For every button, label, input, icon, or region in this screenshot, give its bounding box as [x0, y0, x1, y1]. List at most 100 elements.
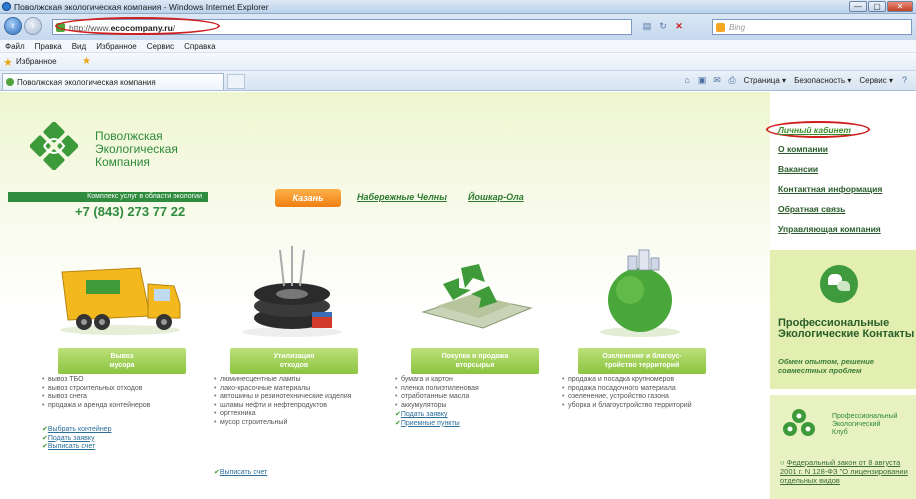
club-promo: Профессиональный Экологический Клуб ○ Фе…: [770, 392, 916, 499]
refresh-icon[interactable]: ↻: [656, 19, 670, 33]
favorites-bar: ★ Избранное ★: [0, 53, 916, 71]
service-actions: Подать заявку Приемные пункты: [395, 411, 555, 428]
collection-points-link[interactable]: Приемные пункты: [395, 420, 555, 429]
list-item: продажа посадочного материала: [562, 385, 722, 394]
personal-account-link[interactable]: Личный кабинет: [778, 125, 851, 135]
page-menu[interactable]: Страница ▾: [744, 76, 787, 85]
menu-edit[interactable]: Правка: [30, 40, 67, 52]
club-title[interactable]: Профессиональный Экологический Клуб: [832, 413, 898, 437]
tools-menu[interactable]: Сервис ▾: [859, 76, 893, 85]
search-input[interactable]: Bing: [712, 19, 912, 35]
company-logo-icon: [30, 122, 78, 170]
nav-contacts-link[interactable]: Контактная информация: [778, 184, 882, 194]
close-button[interactable]: ✕: [887, 1, 913, 12]
maximize-button[interactable]: ▢: [868, 1, 886, 12]
list-item: продажа и посадка крупномеров: [562, 376, 722, 385]
list-item: шламы нефти и нефтепродуктов: [214, 402, 374, 411]
navigation-bar: ‹ › http://www.ecocompany.ru/ ▤ ↻ ✕ Bing: [0, 14, 916, 40]
submit-request-link[interactable]: Подать заявку: [42, 435, 202, 444]
back-button[interactable]: ‹: [4, 17, 22, 35]
mail-icon[interactable]: ✉: [712, 75, 723, 86]
service-actions: Выписать счет: [214, 469, 374, 478]
list-item: отработанные масла: [395, 393, 555, 402]
print-icon[interactable]: ⎙: [727, 75, 738, 86]
list-item: вывоз снега: [42, 393, 202, 402]
window-title: Поволжская экологическая компания - Wind…: [14, 2, 269, 12]
club-law-link[interactable]: Федеральный закон от 8 августа 2001 г. N…: [780, 458, 908, 485]
nav-vacancies-link[interactable]: Вакансии: [778, 164, 818, 174]
list-item: продажа и аренда контейнеров: [42, 402, 202, 411]
url-highlight-oval: [55, 17, 220, 35]
contacts-subtitle: Обмен опытом, решение совместных проблем: [778, 357, 875, 375]
service-list: бумага и картон пленка полиэтиленовая от…: [395, 376, 555, 410]
list-item: автошины и резинотехнические изделия: [214, 393, 374, 402]
contacts-promo[interactable]: Профессиональные Экологические Контакты …: [770, 247, 916, 389]
service-list: вывоз ТБО вывоз строительных отходов выв…: [42, 376, 202, 410]
favorites-star-icon[interactable]: ★: [3, 56, 13, 69]
service-list: продажа и посадка крупномеров продажа по…: [562, 376, 722, 410]
list-item: люминесцентные лампы: [214, 376, 374, 385]
list-item: уборка и благоустройство территорий: [562, 402, 722, 411]
stop-icon[interactable]: ✕: [672, 19, 686, 33]
help-icon[interactable]: ?: [899, 75, 910, 86]
add-favorite-icon[interactable]: ★: [82, 56, 91, 67]
list-item: оргтехника: [214, 410, 374, 419]
list-item: озеленение, устройство газона: [562, 393, 722, 402]
tagline: Комплекс услуг в области экологии: [8, 192, 208, 202]
menu-tools[interactable]: Сервис: [142, 40, 179, 52]
chat-bubbles-icon: [820, 265, 858, 303]
service-header[interactable]: Утилизация отходов: [230, 348, 358, 374]
recycling-icon: [421, 264, 533, 329]
issue-invoice-link[interactable]: Выписать счет: [42, 443, 202, 452]
choose-container-link[interactable]: Выбрать контейнер: [42, 426, 202, 435]
submit-request-link[interactable]: Подать заявку: [395, 411, 555, 420]
garbage-truck-icon: [60, 267, 181, 335]
phone-number: +7 (843) 273 77 22: [75, 204, 186, 219]
menu-file[interactable]: Файл: [0, 40, 30, 52]
tab-bar: Поволжская экологическая компания ⌂ ▣ ✉ …: [0, 71, 916, 91]
service-header[interactable]: Покупка и продажа вторсырья: [411, 348, 539, 374]
command-bar: ⌂ ▣ ✉ ⎙ Страница ▾ Безопасность ▾ Сервис…: [680, 75, 912, 86]
new-tab-button[interactable]: [227, 74, 245, 89]
list-item: вывоз ТБО: [42, 376, 202, 385]
service-list: люминесцентные лампы лако-красочные мате…: [214, 376, 374, 427]
compat-view-icon[interactable]: ▤: [640, 19, 654, 33]
list-item: лако-красочные материалы: [214, 385, 374, 394]
city-kazan-button[interactable]: Казань: [275, 189, 341, 207]
list-item: бумага и картон: [395, 376, 555, 385]
nav-about-link[interactable]: О компании: [778, 144, 828, 154]
service-actions: Выбрать контейнер Подать заявку Выписать…: [42, 426, 202, 452]
nav-feedback-link[interactable]: Обратная связь: [778, 204, 845, 214]
minimize-button[interactable]: —: [849, 1, 867, 12]
menu-help[interactable]: Справка: [179, 40, 220, 52]
window-titlebar: Поволжская экологическая компания - Wind…: [0, 0, 916, 14]
favorites-button[interactable]: Избранное: [16, 57, 57, 66]
web-page: Поволжская Экологическая Компания Компле…: [0, 92, 916, 499]
city-chelny-link[interactable]: Набережные Челны: [357, 192, 447, 202]
issue-invoice-link[interactable]: Выписать счет: [214, 469, 374, 478]
service-header[interactable]: Озеленение и благоус-тройство территорий: [578, 348, 706, 374]
safety-menu[interactable]: Безопасность ▾: [794, 76, 851, 85]
list-item: вывоз строительных отходов: [42, 385, 202, 394]
ie-icon: [2, 2, 11, 11]
feeds-icon[interactable]: ▣: [697, 75, 708, 86]
club-logo-icon: [783, 409, 815, 436]
forward-button[interactable]: ›: [24, 17, 42, 35]
tab-current[interactable]: Поволжская экологическая компания: [2, 73, 224, 90]
home-icon[interactable]: ⌂: [682, 75, 693, 86]
list-item: пленка полиэтиленовая: [395, 385, 555, 394]
service-header[interactable]: Вывоз мусора: [58, 348, 186, 374]
list-item: аккумуляторы: [395, 402, 555, 411]
menu-favorites[interactable]: Избранное: [91, 40, 142, 52]
nav-management-link[interactable]: Управляющая компания: [778, 224, 881, 234]
logo-text: Поволжская Экологическая Компания: [95, 129, 178, 169]
search-placeholder: Bing: [729, 23, 746, 32]
list-item: мусор строительный: [214, 419, 374, 428]
tires-icon: [242, 246, 342, 337]
menu-bar: Файл Правка Вид Избранное Сервис Справка: [0, 40, 916, 53]
bing-icon: [716, 23, 725, 32]
tab-label: Поволжская экологическая компания: [17, 78, 156, 87]
city-yoshkar-ola-link[interactable]: Йошкар-Ола: [468, 192, 524, 202]
club-news-item: ○ Федеральный закон от 8 августа 2001 г.…: [780, 458, 908, 485]
menu-view[interactable]: Вид: [67, 40, 91, 52]
